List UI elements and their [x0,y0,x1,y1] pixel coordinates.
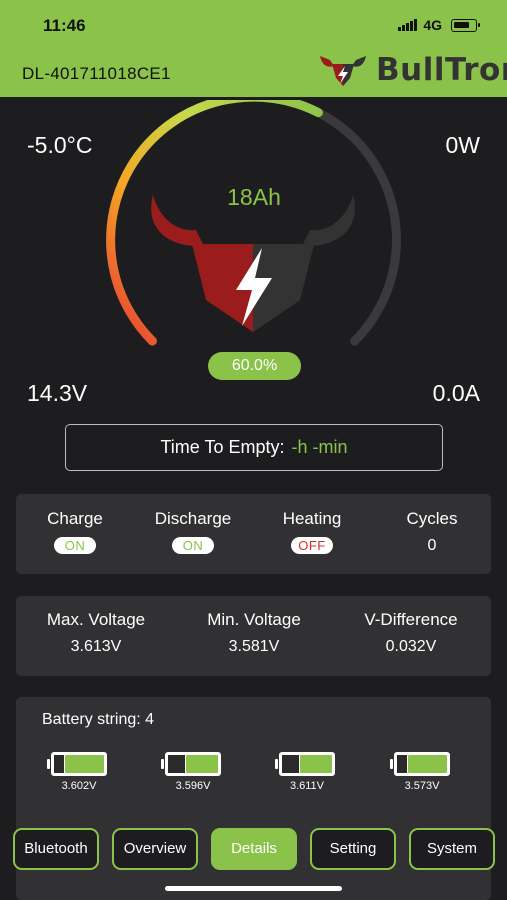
charge-toggle[interactable]: ON [54,537,96,554]
cell-voltage: 3.611V [289,780,325,792]
cell-4: 3.573V [387,752,457,792]
min-voltage: Min. Voltage 3.581V [179,610,329,656]
discharge-label: Discharge [154,509,232,528]
nav-overview-button[interactable]: Overview [112,828,198,870]
heating-status: Heating OFF [253,509,371,555]
soc-value: 60.0% [231,357,278,374]
current-value: 0.0A [432,380,480,406]
max-voltage-value: 3.613V [70,638,122,655]
time-to-empty-label: Time To Empty: [160,437,285,457]
voltage-difference-label: V-Difference [364,610,458,629]
charge-status: Charge ON [16,509,134,555]
voltage-panel: Max. Voltage 3.613V Min. Voltage 3.581V … [16,596,491,676]
charge-label: Charge [47,509,103,528]
cell-1: 3.602V [44,752,114,792]
bull-logo-icon [320,56,366,86]
cell-battery-icon [47,752,107,776]
status-panel: Charge ON Discharge ON Heating OFF Cycle… [16,494,491,574]
home-indicator[interactable] [165,886,342,891]
voltage-difference: V-Difference 0.032V [336,610,486,656]
max-voltage: Max. Voltage 3.613V [21,610,171,656]
battery-string-label: Battery string: 4 [42,711,155,728]
discharge-status: Discharge ON [134,509,252,555]
status-time: 11:46 [43,16,86,35]
brand-logo: BullTron [318,50,507,90]
heating-label: Heating [282,509,342,528]
cycles-label: Cycles [406,509,458,528]
cell-3: 3.611V [272,752,342,792]
nav-system-button[interactable]: System [409,828,495,870]
capacity-value: 18Ah [227,184,281,210]
max-voltage-label: Max. Voltage [46,610,146,629]
cell-2: 3.596V [158,752,228,792]
cell-voltage: 3.596V [175,780,211,792]
heating-toggle[interactable]: OFF [291,537,333,554]
discharge-toggle[interactable]: ON [172,537,214,554]
cell-battery-icon [161,752,221,776]
status-indicators: 4G [398,17,480,33]
cycles-status: Cycles 0 [373,509,491,555]
network-type: 4G [423,17,442,33]
battery-status-icon [451,18,480,32]
bull-head-icon [151,195,355,332]
cell-battery-icon [390,752,450,776]
nav-details-button[interactable]: Details [211,828,297,870]
voltage-value: 14.3V [27,380,88,406]
cell-battery-icon [275,752,335,776]
header-bar: 11:46 4G DL-401711018CE1 BullTron [0,0,507,97]
min-voltage-label: Min. Voltage [207,610,301,629]
device-id: DL-401711018CE1 [22,64,171,83]
cell-voltage: 3.573V [404,780,440,792]
voltage-difference-value: 0.032V [385,638,437,655]
soc-badge: 60.0% [208,352,301,380]
time-to-empty-value: -h -min [291,437,348,457]
cycles-value: 0 [427,537,437,554]
brand-name: BullTron [376,52,507,88]
nav-setting-button[interactable]: Setting [310,828,396,870]
time-to-empty-box: Time To Empty: -h -min [65,424,443,471]
soc-gauge [106,100,401,346]
nav-bluetooth-button[interactable]: Bluetooth [13,828,99,870]
cell-voltage: 3.602V [61,780,97,792]
min-voltage-value: 3.581V [228,638,280,655]
signal-icon [398,19,418,31]
